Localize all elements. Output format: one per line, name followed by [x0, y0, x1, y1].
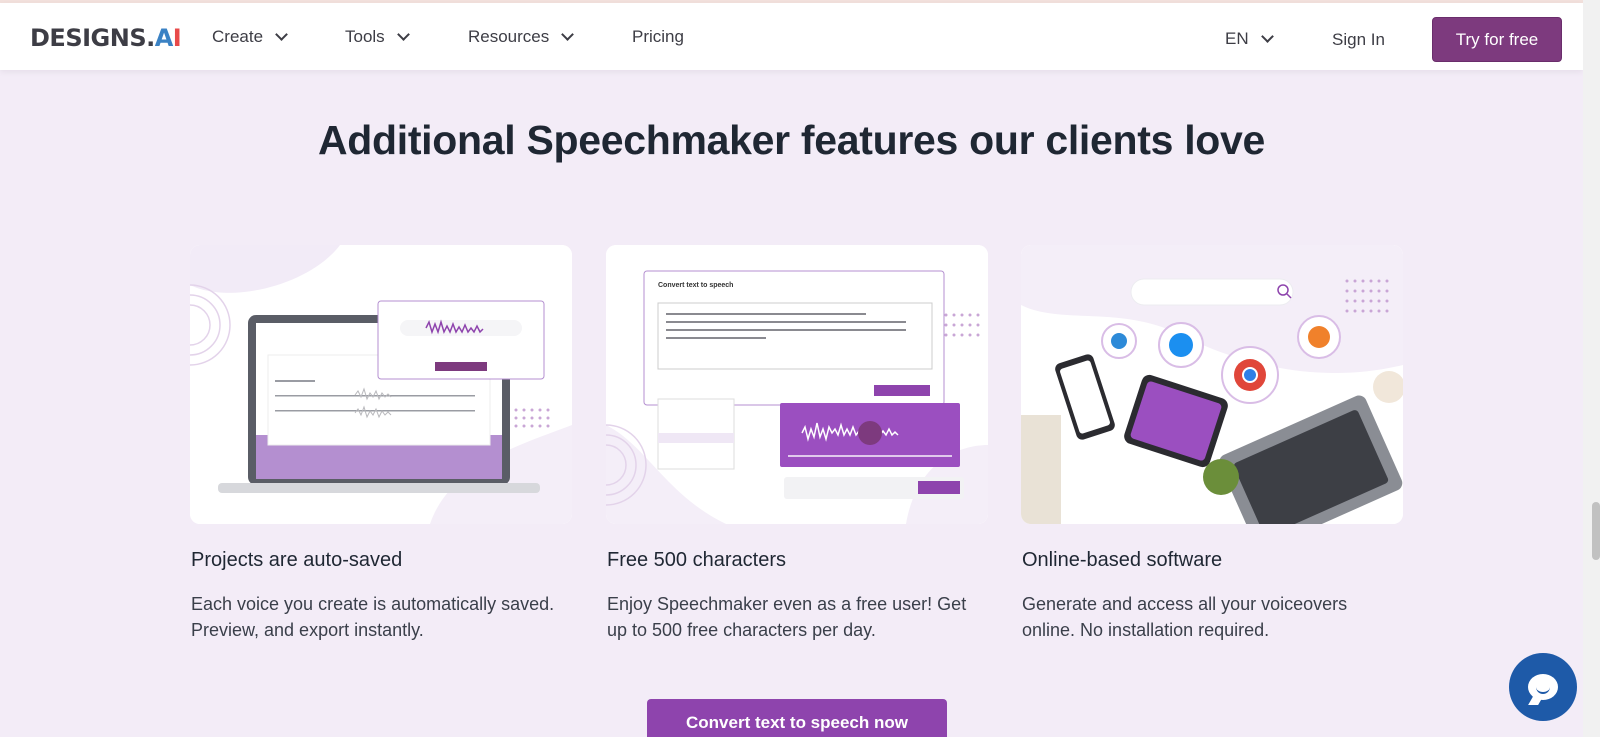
feature-image-free-characters: Convert text to speech [606, 245, 988, 524]
section-headline: Additional Speechmaker features our clie… [317, 117, 1266, 163]
nav-tools-label: Tools [345, 27, 385, 46]
browsers-devices-illustration [1021, 245, 1403, 524]
chevron-down-icon [1260, 30, 1274, 43]
language-selector[interactable]: EN [1225, 29, 1274, 49]
nav-resources-label: Resources [468, 27, 550, 46]
convert-text-to-speech-button[interactable]: Convert text to speech now [647, 699, 947, 737]
feature-image-online-software [1021, 245, 1403, 524]
nav-create-label: Create [212, 27, 264, 46]
chevron-down-icon [396, 28, 410, 41]
nav-create[interactable]: Create [212, 27, 288, 47]
logo-ai-mark: AI [154, 24, 182, 52]
nav-pricing[interactable]: Pricing [632, 27, 684, 47]
feature-desc-online-software: Generate and access all your voiceovers … [1022, 594, 1348, 640]
feature-title-auto-saved: Projects are auto-saved [191, 549, 403, 571]
chat-bubble-icon [1528, 674, 1558, 700]
chat-widget-button[interactable] [1509, 653, 1577, 721]
scrollbar-thumb[interactable] [1592, 502, 1600, 560]
site-header: DESIGNS. AI Create Tools Resources Prici… [0, 3, 1583, 70]
feature-title-online-software: Online-based software [1022, 549, 1223, 571]
feature-desc-free-characters: Enjoy Speechmaker even as a free user! G… [607, 594, 967, 640]
language-label: EN [1225, 29, 1249, 48]
feature-title-free-characters: Free 500 characters [607, 549, 786, 571]
try-for-free-button[interactable]: Try for free [1432, 17, 1562, 62]
nav-tools[interactable]: Tools [345, 27, 410, 47]
nav-resources[interactable]: Resources [468, 27, 575, 47]
nav-pricing-label: Pricing [632, 27, 684, 46]
logo-wordmark: DESIGNS. [30, 24, 155, 52]
designs-ai-logo[interactable]: DESIGNS. AI [30, 23, 182, 53]
page-scrollbar[interactable] [1583, 0, 1600, 737]
text-to-speech-illustration: Convert text to speech [606, 245, 988, 524]
chevron-down-icon [275, 28, 288, 41]
feature-desc-auto-saved: Each voice you create is automatically s… [191, 594, 555, 640]
svg-text:Convert text to speech: Convert text to speech [658, 282, 733, 289]
sign-in-link[interactable]: Sign In [1332, 30, 1385, 50]
laptop-saved-audios-illustration [190, 245, 572, 524]
feature-image-auto-saved [190, 245, 572, 524]
chevron-down-icon [561, 28, 575, 41]
